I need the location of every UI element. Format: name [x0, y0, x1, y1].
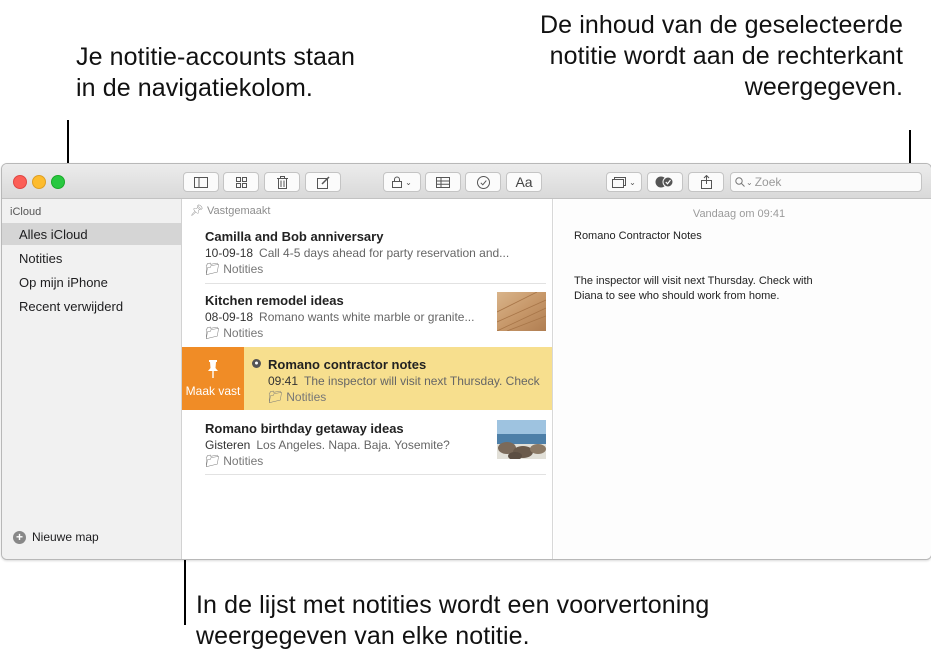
note-title: Kitchen remodel ideas	[205, 293, 344, 308]
callout-note-content: De inhoud van de geselecteerde notitie w…	[540, 11, 903, 101]
note-folder: 📁︎ Notities	[205, 326, 263, 340]
note-meta: 09:41 The inspector will visit next Thurs…	[268, 374, 540, 388]
table-icon	[436, 176, 450, 188]
note-title: Romano birthday getaway ideas	[205, 421, 404, 436]
format-button[interactable]: Aa	[506, 172, 542, 192]
sidebar-item-recently-deleted[interactable]: Recent verwijderd	[2, 295, 181, 317]
note-folder: 📁︎ Notities	[268, 390, 326, 404]
table-button[interactable]	[425, 172, 461, 192]
search-icon	[735, 177, 745, 187]
sidebar-item-label: Op mijn iPhone	[19, 274, 108, 290]
folder-name: Notities	[223, 326, 264, 340]
folder-icon: 📁︎	[268, 390, 284, 404]
chevron-down-icon: ⌄	[746, 177, 753, 187]
toolbar: ⌄ Aa ⌄ ⌄ Zoek	[2, 164, 931, 199]
note-meta: Gisteren Los Angeles. Napa. Baja. Yosemit…	[205, 438, 450, 452]
sidebar-item-label: Recent verwijderd	[19, 298, 124, 314]
search-placeholder: Zoek	[754, 175, 782, 189]
note-meta: 08-09-18 Romano wants white marble or gra…	[205, 310, 474, 324]
share-icon	[700, 175, 712, 189]
folder-icon: 📁︎	[205, 262, 221, 276]
note-detail: Vandaag om 09:41 Romano Contractor Notes…	[554, 199, 931, 559]
gallery-icon	[235, 176, 247, 188]
note-meta: 10-09-18 Call 4-5 days ahead for party re…	[205, 246, 509, 260]
collaborate-button[interactable]	[647, 172, 683, 192]
note-preview: Call 4-5 days ahead for party reservatio…	[259, 246, 510, 260]
note-preview: The inspector will visit next Thursday. …	[304, 374, 540, 388]
sidebar-toggle-icon	[194, 176, 208, 188]
new-folder-label: Nieuwe map	[32, 530, 99, 544]
note-folder: 📁︎ Notities	[205, 262, 263, 276]
pinned-section-header: 📌︎ Vastgemaakt	[190, 204, 270, 217]
note-detail-title[interactable]: Romano Contractor Notes	[574, 230, 702, 242]
folder-name: Notities	[223, 262, 264, 276]
checklist-button[interactable]	[465, 172, 501, 192]
pin-icon: 📌︎	[190, 205, 204, 217]
note-title: Camilla and Bob anniversary	[205, 229, 384, 244]
folder-name: Notities	[223, 454, 264, 468]
collaborate-icon	[655, 176, 674, 188]
note-title: Romano contractor notes	[268, 357, 427, 372]
list-item[interactable]: Kitchen remodel ideas 08-09-18 Romano wan…	[182, 283, 552, 346]
sidebar-item-label: Alles iCloud	[19, 226, 88, 242]
search-input[interactable]: ⌄ Zoek	[730, 172, 922, 192]
note-folder: 📁︎ Notities	[205, 454, 263, 468]
list-item-selected[interactable]: Maak vast ● Romano contractor notes 09:4…	[182, 347, 552, 410]
note-thumbnail-wood-floor	[497, 292, 546, 331]
note-preview: Romano wants white marble or granite...	[259, 310, 475, 324]
share-button[interactable]	[688, 172, 724, 192]
sidebar-item-label: Notities	[19, 250, 63, 266]
compose-icon	[316, 175, 330, 189]
notes-window: ⌄ Aa ⌄ ⌄ Zoek iCloud Alles iCloud Notiti…	[1, 163, 931, 560]
lock-icon	[392, 176, 403, 188]
new-note-button[interactable]	[305, 172, 341, 192]
lock-badge-icon: ●	[252, 359, 261, 368]
note-list: 📌︎ Vastgemaakt Camilla and Bob anniversa…	[182, 199, 553, 559]
pinned-header-label: Vastgemaakt	[207, 205, 271, 217]
delete-button[interactable]	[264, 172, 300, 192]
chevron-down-icon: ⌄	[405, 177, 412, 187]
divider	[205, 474, 546, 475]
close-window-button[interactable]	[13, 175, 27, 189]
pin-icon	[208, 359, 218, 378]
new-folder-button[interactable]: + Nieuwe map	[13, 530, 99, 544]
note-detail-body[interactable]: The inspector will visit next Thursday. …	[574, 274, 824, 304]
media-icon	[612, 176, 627, 188]
format-icon: Aa	[515, 174, 533, 190]
folder-icon: 📁︎	[205, 454, 221, 468]
folder-name: Notities	[286, 390, 327, 404]
folder-icon: 📁︎	[205, 326, 221, 340]
minimize-window-button[interactable]	[32, 175, 46, 189]
note-preview: Los Angeles. Napa. Baja. Yosemite?	[256, 438, 450, 452]
note-thumbnail-beach-rocks	[497, 420, 546, 459]
sidebar-item-notities[interactable]: Notities	[2, 247, 181, 269]
gallery-view-button[interactable]	[223, 172, 259, 192]
chevron-down-icon: ⌄	[629, 177, 636, 187]
plus-icon: +	[13, 530, 26, 544]
sidebar-item-on-my-iphone[interactable]: Op mijn iPhone	[2, 271, 181, 293]
note-date: 09:41	[268, 374, 299, 388]
pin-action-label: Maak vast	[185, 383, 241, 398]
note-date: Gisteren	[205, 438, 251, 452]
callout-navigation-column: Je notitie-accounts staan in de navigati…	[76, 43, 356, 102]
note-detail-date: Vandaag om 09:41	[692, 208, 786, 220]
callout-note-list: In de lijst met notities wordt een voorv…	[196, 591, 710, 650]
pin-swipe-action[interactable]: Maak vast	[182, 347, 244, 410]
media-button[interactable]: ⌄	[606, 172, 642, 192]
sidebar-toggle-button[interactable]	[183, 172, 219, 192]
sidebar-item-all-icloud[interactable]: Alles iCloud	[2, 223, 181, 245]
trash-icon	[276, 175, 288, 189]
list-item[interactable]: Camilla and Bob anniversary 10-09-18 Call…	[182, 219, 552, 282]
note-date: 08-09-18	[205, 310, 254, 324]
zoom-window-button[interactable]	[51, 175, 65, 189]
list-item[interactable]: Romano birthday getaway ideas Gisteren Lo…	[182, 411, 552, 474]
sidebar-account-header: iCloud	[10, 206, 42, 218]
note-date: 10-09-18	[205, 246, 254, 260]
sidebar: iCloud Alles iCloud Notities Op mijn iPh…	[2, 199, 182, 559]
lock-button[interactable]: ⌄	[383, 172, 421, 192]
checklist-icon	[476, 175, 490, 189]
